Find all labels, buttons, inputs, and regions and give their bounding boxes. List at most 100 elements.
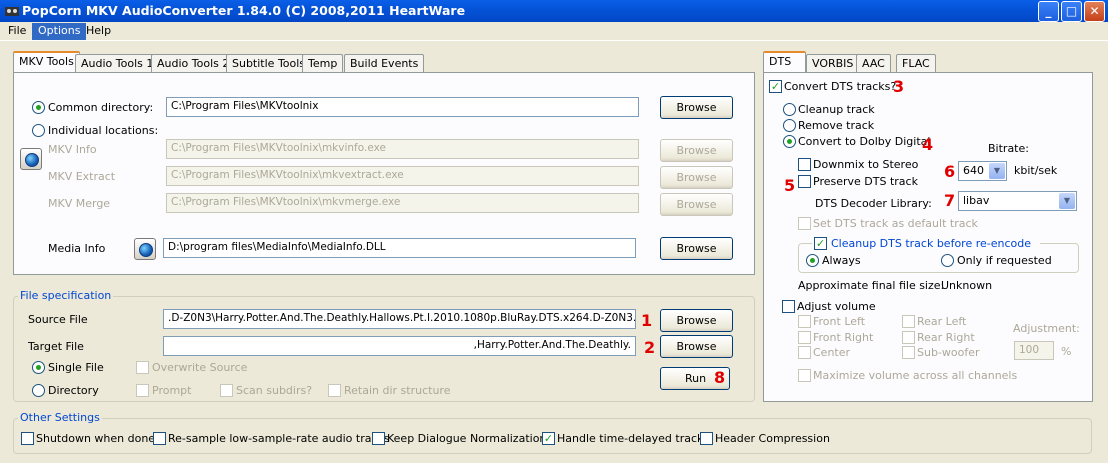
handle-delayed-label: Handle time-delayed tracks	[557, 432, 710, 445]
prompt-checkbox[interactable]	[136, 384, 149, 397]
scan-subdirs-checkbox[interactable]	[220, 384, 233, 397]
remove-radio[interactable]	[783, 119, 796, 132]
single-file-radio[interactable]	[32, 361, 45, 374]
menu-help[interactable]: Help	[80, 23, 117, 40]
common-dir-label: Common directory:	[48, 101, 154, 114]
mkvextract-field[interactable]: C:\Program Files\MKVtoolnix\mkvextract.e…	[166, 166, 639, 186]
minimize-button[interactable]: _	[1038, 1, 1059, 22]
annotation-5: 5	[784, 176, 796, 195]
bitrate-select[interactable]: 640 ▼	[958, 161, 1007, 181]
tab-build-events[interactable]: Build Events	[344, 54, 425, 73]
browse-mediainfo-button[interactable]: Browse	[660, 237, 733, 260]
rear-right-checkbox[interactable]	[902, 331, 915, 344]
tab-audio-tools-2[interactable]: Audio Tools 2	[151, 54, 236, 73]
chevron-down-icon: ▼	[1059, 193, 1075, 209]
subwoofer-checkbox[interactable]	[902, 346, 915, 359]
tab-aac[interactable]: AAC	[856, 54, 891, 73]
tab-subtitle-tools[interactable]: Subtitle Tools	[226, 54, 312, 73]
mediainfo-label: Media Info	[48, 242, 106, 255]
browse-mkvextract-button[interactable]: Browse	[660, 166, 733, 189]
center-checkbox[interactable]	[798, 346, 811, 359]
title-bar: PopCorn MKV AudioConverter 1.84.0 (C) 20…	[0, 0, 1108, 22]
handle-delayed-checkbox[interactable]: ✓	[542, 432, 555, 445]
maximize-button[interactable]: □	[1061, 1, 1082, 22]
adjust-volume-checkbox[interactable]	[782, 300, 795, 313]
rear-right-label: Rear Right	[917, 331, 975, 344]
keep-dialogue-label: Keep Dialogue Normalization	[387, 432, 547, 445]
cleanup-radio[interactable]	[783, 103, 796, 116]
browse-mkvinfo-button[interactable]: Browse	[660, 139, 733, 162]
convert-dts-label: Convert DTS tracks?	[784, 80, 897, 93]
common-dir-radio[interactable]	[32, 101, 45, 114]
rear-left-checkbox[interactable]	[902, 315, 915, 328]
adjustment-field[interactable]: 100	[1014, 341, 1054, 360]
set-default-checkbox[interactable]	[798, 217, 811, 230]
resample-checkbox[interactable]	[153, 432, 166, 445]
annotation-7: 7	[944, 191, 956, 210]
tab-temp[interactable]: Temp	[302, 54, 344, 73]
directory-radio[interactable]	[32, 384, 45, 397]
shutdown-checkbox[interactable]	[21, 432, 34, 445]
menu-file[interactable]: File	[2, 23, 32, 40]
source-field[interactable]: .D-Z0N3\Harry.Potter.And.The.Deathly.Hal…	[163, 309, 636, 329]
keep-dialogue-checkbox[interactable]	[372, 432, 385, 445]
tab-dts[interactable]: DTS	[763, 51, 806, 73]
app-icon	[4, 3, 20, 19]
globe-icon[interactable]	[20, 148, 42, 170]
cleanup-before-label: Cleanup DTS track before re-encode	[831, 237, 1032, 250]
browse-target-button[interactable]: Browse	[660, 335, 733, 358]
subwoofer-label: Sub-woofer	[917, 346, 980, 359]
center-label: Center	[813, 346, 851, 359]
annotation-1: 1	[641, 311, 653, 330]
menu-bar: File Options Help	[0, 22, 1108, 41]
other-settings-title: Other Settings	[18, 411, 102, 424]
only-if-label: Only if requested	[957, 254, 1052, 267]
target-field[interactable]: ,Harry.Potter.And.The.Deathly.	[163, 336, 636, 356]
convert-dts-checkbox[interactable]: ✓	[769, 80, 782, 93]
cleanup-before-checkbox[interactable]: ✓	[814, 237, 827, 250]
close-button[interactable]: ✕	[1084, 1, 1105, 22]
browse-mkvmerge-button[interactable]: Browse	[660, 193, 733, 216]
tab-mkv-tools[interactable]: MKV Tools	[13, 51, 80, 73]
preserve-checkbox[interactable]	[798, 175, 811, 188]
rear-left-label: Rear Left	[917, 315, 967, 328]
adjustment-label: Adjustment:	[1013, 322, 1080, 335]
mkvinfo-label: MKV Info	[48, 143, 97, 156]
shutdown-label: Shutdown when done	[36, 432, 156, 445]
mkvinfo-field[interactable]: C:\Program Files\MKVtoolnix\mkvinfo.exe	[166, 139, 639, 159]
downmix-checkbox[interactable]	[798, 158, 811, 171]
common-dir-field[interactable]: C:\Program Files\MKVtoolnix	[166, 97, 639, 117]
individual-radio[interactable]	[32, 124, 45, 137]
maximize-checkbox[interactable]	[798, 369, 811, 382]
overwrite-checkbox[interactable]	[136, 361, 149, 374]
annotation-8: 8	[714, 368, 726, 387]
tab-audio-tools-1[interactable]: Audio Tools 1	[75, 54, 160, 73]
run-label: Run	[685, 372, 707, 385]
annotation-3: 3	[893, 77, 905, 96]
browse-source-button[interactable]: Browse	[660, 309, 733, 332]
scan-subdirs-label: Scan subdirs?	[236, 384, 313, 397]
mkvextract-label: MKV Extract	[48, 170, 116, 183]
tab-flac[interactable]: FLAC	[896, 54, 936, 73]
bitrate-unit: kbit/sek	[1014, 164, 1058, 177]
file-spec-title: File specification	[18, 289, 114, 302]
convert-dd-radio[interactable]	[783, 135, 796, 148]
retain-dir-checkbox[interactable]	[328, 384, 341, 397]
annotation-6: 6	[944, 162, 956, 181]
always-radio[interactable]	[806, 254, 819, 267]
front-right-checkbox[interactable]	[798, 331, 811, 344]
bitrate-value: 640	[963, 164, 984, 177]
maximize-label: Maximize volume across all channels	[813, 369, 1018, 382]
front-right-label: Front Right	[813, 331, 874, 344]
only-if-radio[interactable]	[941, 254, 954, 267]
mediainfo-globe-icon[interactable]	[134, 238, 156, 260]
decoder-select[interactable]: libav ▼	[958, 191, 1077, 211]
mediainfo-field[interactable]: D:\program files\MediaInfo\MediaInfo.DLL	[163, 238, 636, 258]
tab-vorbis[interactable]: VORBIS	[806, 54, 860, 73]
menu-options[interactable]: Options	[32, 23, 87, 40]
mkvmerge-field[interactable]: C:\Program Files\MKVtoolnix\mkvmerge.exe	[166, 193, 639, 213]
retain-dir-label: Retain dir structure	[344, 384, 451, 397]
front-left-checkbox[interactable]	[798, 315, 811, 328]
browse-common-button[interactable]: Browse	[660, 96, 733, 119]
header-comp-checkbox[interactable]	[700, 432, 713, 445]
